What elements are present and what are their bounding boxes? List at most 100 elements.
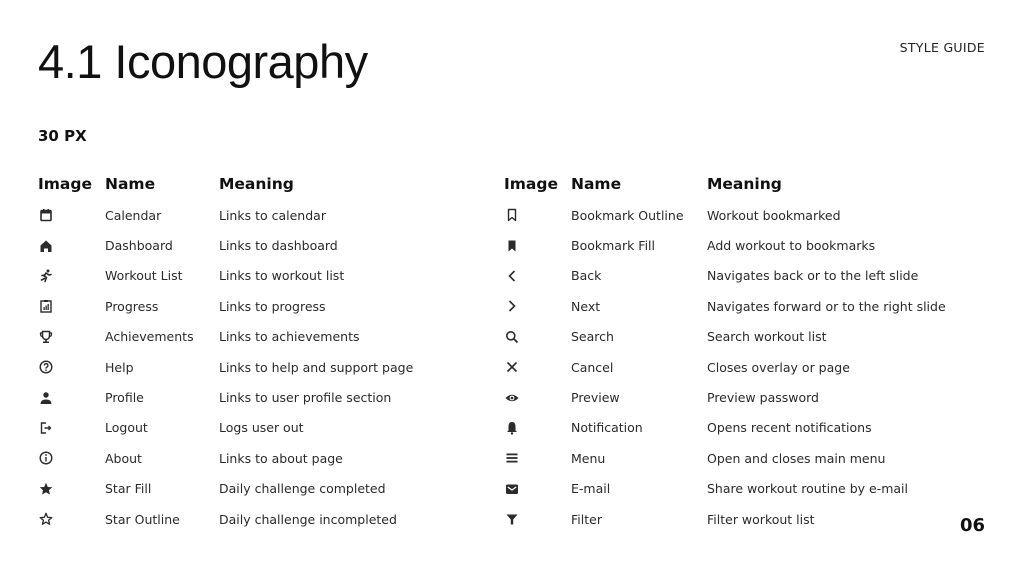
- table-row: Star Fill Daily challenge completed: [38, 474, 413, 504]
- icon-meaning: Search workout list: [707, 329, 827, 345]
- table-row: Calendar Links to calendar: [38, 200, 413, 230]
- help-circle-icon: [38, 359, 105, 375]
- icon-meaning: Open and closes main menu: [707, 450, 886, 466]
- page-title: 4.1 Iconography: [38, 35, 368, 88]
- icon-name: Search: [571, 329, 614, 345]
- icon-meaning: Links to workout list: [219, 268, 345, 284]
- bookmark-fill-icon: [504, 238, 571, 254]
- star-fill-icon: [38, 481, 105, 497]
- chevron-right-icon: [504, 298, 571, 314]
- icon-name: Star Fill: [105, 481, 152, 497]
- table-row: Logout Logs user out: [38, 413, 413, 443]
- column-header-image: Image: [504, 174, 558, 193]
- person-icon: [38, 390, 105, 406]
- table-row: Search Search workout list: [504, 322, 946, 352]
- icon-name: Progress: [105, 298, 159, 314]
- table-row: Filter Filter workout list: [504, 504, 946, 534]
- icon-name: Notification: [571, 420, 643, 436]
- calendar-icon: [38, 207, 105, 223]
- info-circle-icon: [38, 450, 105, 466]
- icon-name: Dashboard: [105, 238, 173, 254]
- icon-name: Menu: [571, 450, 606, 466]
- icon-meaning: Preview password: [707, 390, 819, 406]
- icon-name: Next: [571, 298, 601, 314]
- icon-meaning: Workout bookmarked: [707, 207, 841, 223]
- icon-meaning: Opens recent notifications: [707, 420, 872, 436]
- icon-meaning: Links to help and support page: [219, 359, 414, 375]
- eye-icon: [504, 390, 571, 406]
- icon-meaning: Navigates forward or to the right slide: [707, 298, 946, 314]
- icon-meaning: Daily challenge incompleted: [219, 511, 397, 527]
- logout-icon: [38, 420, 105, 436]
- icon-meaning: Add workout to bookmarks: [707, 238, 876, 254]
- search-icon: [504, 329, 571, 345]
- icon-name: Cancel: [571, 359, 614, 375]
- icon-size-label: 30 PX: [38, 127, 87, 145]
- table-row: Back Navigates back or to the left slide: [504, 261, 946, 291]
- chevron-left-icon: [504, 268, 571, 284]
- table-header: Image Name Meaning: [38, 173, 413, 194]
- running-icon: [38, 268, 105, 284]
- table-row: Dashboard Links to dashboard: [38, 230, 413, 260]
- icon-meaning: Links to about page: [219, 450, 343, 466]
- icon-meaning: Links to calendar: [219, 207, 326, 223]
- bookmark-outline-icon: [504, 207, 571, 223]
- table-row: Bookmark Fill Add workout to bookmarks: [504, 230, 946, 260]
- table-row: Preview Preview password: [504, 382, 946, 412]
- table-row: Menu Open and closes main menu: [504, 443, 946, 473]
- column-header-meaning: Meaning: [219, 174, 294, 193]
- icon-meaning: Daily challenge completed: [219, 481, 386, 497]
- star-outline-icon: [38, 511, 105, 527]
- icon-name: Calendar: [105, 207, 162, 223]
- bell-icon: [504, 420, 571, 436]
- column-header-name: Name: [105, 174, 156, 193]
- table-row: Help Links to help and support page: [38, 352, 413, 382]
- trophy-icon: [38, 329, 105, 345]
- table-row: Next Navigates forward or to the right sl…: [504, 291, 946, 321]
- icon-name: Help: [105, 359, 134, 375]
- icon-name: Achievements: [105, 329, 194, 345]
- table-row: Progress Links to progress: [38, 291, 413, 321]
- icon-name: E-mail: [571, 481, 611, 497]
- section-label: STYLE GUIDE: [899, 40, 985, 55]
- table-row: E-mail Share workout routine by e-mail: [504, 474, 946, 504]
- close-icon: [504, 359, 571, 375]
- icon-meaning: Links to progress: [219, 298, 326, 314]
- icon-table-left: Image Name Meaning Calendar Links to cale…: [38, 173, 413, 534]
- table-row: Star Outline Daily challenge incompleted: [38, 504, 413, 534]
- table-header: Image Name Meaning: [504, 173, 946, 194]
- icon-meaning: Links to user profile section: [219, 390, 392, 406]
- column-header-image: Image: [38, 174, 92, 193]
- table-row: About Links to about page: [38, 443, 413, 473]
- icon-name: Bookmark Fill: [571, 238, 655, 254]
- icon-meaning: Share workout routine by e-mail: [707, 481, 908, 497]
- icon-meaning: Navigates back or to the left slide: [707, 268, 919, 284]
- column-header-name: Name: [571, 174, 622, 193]
- table-row: Bookmark Outline Workout bookmarked: [504, 200, 946, 230]
- icon-table-right: Image Name Meaning Bookmark Outline Worko…: [504, 173, 946, 534]
- icon-name: Filter: [571, 511, 602, 527]
- mail-icon: [504, 481, 571, 497]
- icon-name: Workout List: [105, 268, 183, 284]
- icon-meaning: Filter workout list: [707, 511, 815, 527]
- icon-meaning: Links to achievements: [219, 329, 360, 345]
- icon-name: Preview: [571, 390, 620, 406]
- clipboard-chart-icon: [38, 298, 105, 314]
- icon-name: Bookmark Outline: [571, 207, 684, 223]
- table-row: Achievements Links to achievements: [38, 322, 413, 352]
- icon-name: Logout: [105, 420, 148, 436]
- icon-name: Back: [571, 268, 602, 284]
- table-row: Workout List Links to workout list: [38, 261, 413, 291]
- icon-meaning: Links to dashboard: [219, 238, 338, 254]
- icon-meaning: Closes overlay or page: [707, 359, 850, 375]
- page-number: 06: [959, 515, 985, 536]
- filter-icon: [504, 511, 571, 527]
- home-icon: [38, 238, 105, 254]
- menu-icon: [504, 450, 571, 466]
- table-row: Profile Links to user profile section: [38, 382, 413, 412]
- icon-name: About: [105, 450, 142, 466]
- table-row: Notification Opens recent notifications: [504, 413, 946, 443]
- column-header-meaning: Meaning: [707, 174, 782, 193]
- icon-name: Profile: [105, 390, 144, 406]
- icon-name: Star Outline: [105, 511, 180, 527]
